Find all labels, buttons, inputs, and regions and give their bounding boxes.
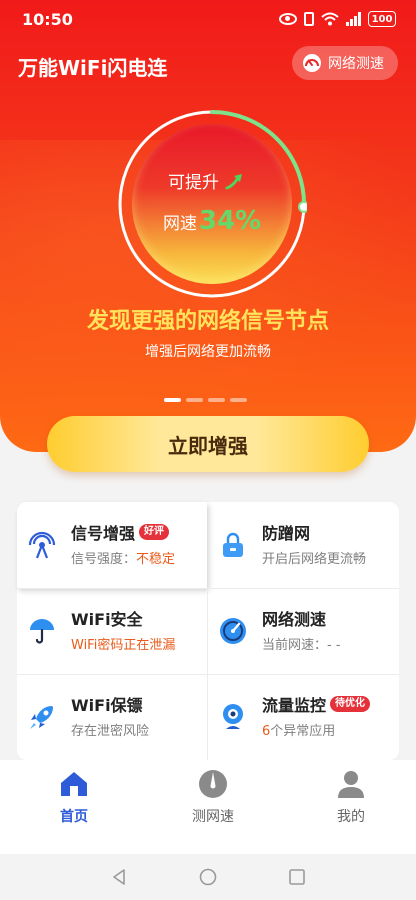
app-title: 万能WiFi闪电连 (18, 56, 168, 80)
webcam-icon (223, 704, 243, 729)
feature-traffic-monitor[interactable]: 流量监控 待优化 6个异常应用 (208, 674, 399, 760)
bottom-nav: 首页 测网速 我的 (0, 760, 416, 854)
feature-title: WiFi安全 (71, 610, 143, 629)
status-bar: 10:50 100 (0, 0, 416, 40)
nav-label: 我的 (337, 809, 365, 825)
hero-headline: 发现更强的网络信号节点 (86, 309, 329, 334)
carousel-dot[interactable] (164, 398, 181, 402)
speed-line: 网速 34% (163, 206, 261, 236)
feature-title: 信号增强 好评 (71, 520, 170, 544)
feature-tag: 待优化 (330, 696, 371, 712)
home-icon (61, 772, 87, 796)
can-raise-label: 可提升 (168, 173, 219, 193)
can-raise-text: 可提升 (168, 168, 245, 193)
status-icons: 100 (279, 11, 396, 27)
speedometer-icon (220, 618, 246, 644)
boost-button[interactable]: 立即增强 (47, 416, 369, 472)
cell-signal-icon (346, 12, 361, 26)
nav-speed-test[interactable]: 测网速 (144, 760, 282, 854)
carousel-dot[interactable] (208, 398, 225, 402)
user-icon (338, 771, 364, 798)
home-circle-icon[interactable] (199, 868, 217, 886)
nav-home[interactable]: 首页 (5, 760, 143, 854)
carousel-dot[interactable] (230, 398, 247, 402)
speedtest-button[interactable]: 网络测速 (292, 46, 398, 80)
wifi-icon (321, 12, 339, 26)
feature-grid: 信号增强 好评 信号强度：不稳定 防蹭网 开启后网络更流畅 WiFi安全 WiFi… (17, 502, 399, 760)
feature-sub: 存在泄密风险 (71, 724, 150, 739)
gauge-icon (303, 54, 321, 72)
feature-wifi-guard[interactable]: WiFi保镖 存在泄密风险 (17, 674, 208, 760)
recents-icon[interactable] (288, 868, 306, 886)
carousel-dots (164, 398, 247, 402)
system-nav-bar (0, 854, 416, 900)
speedtest-label: 网络测速 (328, 56, 384, 72)
speed-label: 网速 (163, 214, 197, 234)
feature-speed-test[interactable]: 网络测速 当前网速：- - (208, 588, 399, 674)
hero-banner: 10:50 100 万能WiFi闪电连 网络测速 可提升 网速 34% 发现更强… (0, 0, 416, 452)
nav-profile[interactable]: 我的 (282, 760, 416, 854)
feature-sub: 开启后网络更流畅 (262, 552, 367, 567)
speed-value: 34% (199, 206, 262, 236)
feature-sub: WiFi密码正在泄漏 (71, 638, 176, 653)
feature-title: 防蹭网 (262, 524, 311, 543)
speed-drop-icon (199, 770, 227, 798)
signal-tower-icon (28, 531, 56, 559)
feature-title: 网络测速 (262, 610, 327, 629)
ring-knob (297, 200, 307, 213)
nav-label: 首页 (60, 809, 88, 825)
feature-signal-boost[interactable]: 信号增强 好评 信号强度：不稳定 (17, 502, 208, 588)
hero-subline: 增强后网络更加流畅 (145, 344, 271, 360)
feature-tag: 好评 (139, 524, 170, 540)
nav-label: 测网速 (192, 809, 234, 825)
rocket-icon (30, 706, 53, 729)
feature-sub: 当前网速：- - (262, 638, 341, 653)
feature-title: 流量监控 待优化 (262, 692, 371, 716)
lock-icon (223, 532, 243, 557)
feature-sub: 信号强度：不稳定 (71, 552, 176, 567)
eye-icon (279, 13, 297, 25)
speed-circle (132, 124, 292, 284)
back-icon[interactable] (110, 868, 128, 886)
carousel-dot[interactable] (186, 398, 203, 402)
umbrella-icon (30, 619, 54, 644)
feature-sub: 6个异常应用 (262, 724, 336, 739)
feature-anti-freeload[interactable]: 防蹭网 开启后网络更流畅 (208, 502, 399, 588)
vibrate-icon (304, 12, 314, 26)
arrow-up-icon (225, 173, 242, 189)
feature-wifi-security[interactable]: WiFi安全 WiFi密码正在泄漏 (17, 588, 208, 674)
battery-icon: 100 (368, 11, 396, 27)
feature-title: WiFi保镖 (71, 696, 143, 715)
status-time: 10:50 (22, 10, 73, 29)
